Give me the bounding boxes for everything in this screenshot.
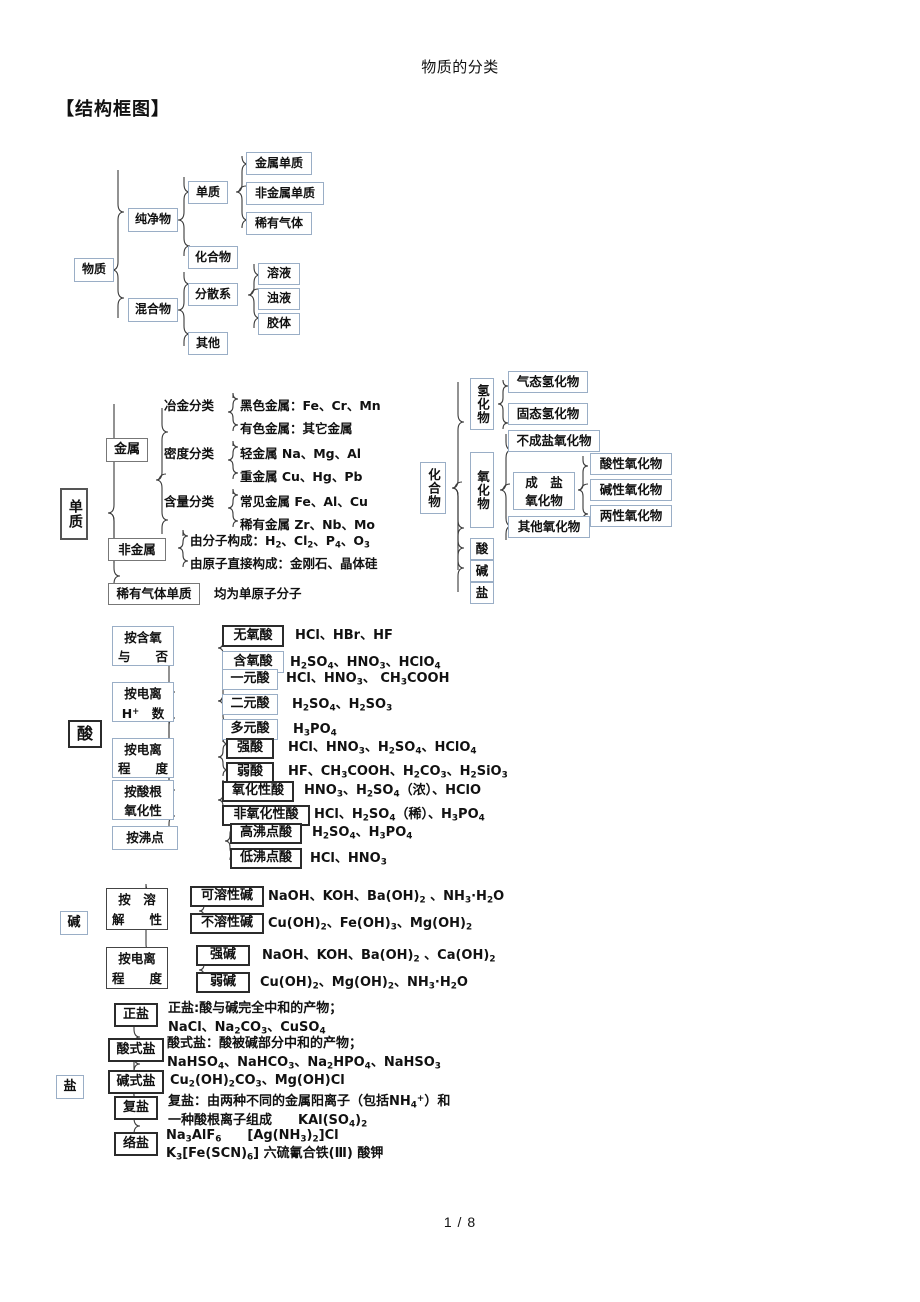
d2-nonmetal-row-1: 由原子直接构成：金刚石、晶体硅 bbox=[190, 556, 378, 571]
salt-item-0-line2: NaCl、Na2CO3、CuSO4 bbox=[168, 1020, 326, 1037]
d2-metal-group-0-row-1: 有色金属：其它金属 bbox=[240, 421, 353, 436]
acid-item-1-0-examples: HCl、HNO3、 CH3COOH bbox=[286, 671, 450, 688]
d2-nonmetal-label: 非金属 bbox=[108, 538, 166, 561]
salt-item-2-line1: Cu2(OH)2CO3、Mg(OH)Cl bbox=[170, 1073, 345, 1090]
acid-item-2-1-examples: HF、CH3COOH、H2CO3、H2SiO3 bbox=[288, 764, 508, 781]
d2-metal-group-0-label: 冶金分类 bbox=[164, 398, 215, 413]
salt-item-1-name: 酸式盐 bbox=[108, 1038, 164, 1062]
base-item-0-0-examples: NaOH、KOH、Ba(OH)2 、NH3·H2O bbox=[268, 889, 505, 906]
d2-metal-group-2-label: 含量分类 bbox=[164, 494, 215, 509]
d3-oxide: 氧化物 bbox=[470, 452, 494, 528]
acid-item-1-2-name: 多元酸 bbox=[222, 719, 278, 740]
d3-oxide-other: 其他氧化物 bbox=[508, 516, 590, 538]
acid-root-label: 酸 bbox=[68, 720, 102, 748]
acid-item-1-1-examples: H2SO4、H2SO3 bbox=[292, 697, 393, 714]
acid-group-3-label: 按酸根 氧化性 bbox=[112, 780, 174, 820]
d1-compound: 化合物 bbox=[188, 246, 238, 269]
acid-item-2-0-name: 强酸 bbox=[226, 738, 274, 759]
d3-hydride: 氢化物 bbox=[470, 378, 494, 430]
d3-oxide-salt-child-0: 酸性氧化物 bbox=[590, 453, 672, 475]
d3-salt: 盐 bbox=[470, 582, 494, 604]
base-item-1-0-name: 强碱 bbox=[196, 945, 250, 966]
acid-item-0-0-examples: HCl、HBr、HF bbox=[295, 628, 393, 643]
acid-item-2-1-name: 弱酸 bbox=[226, 762, 274, 783]
d3-oxide-non-salt: 不成盐氧化物 bbox=[508, 430, 600, 452]
salt-item-4-line1: Na3AlF6 [Ag(NH3)2]Cl bbox=[166, 1128, 339, 1145]
d1-root-wuzhi: 物质 bbox=[74, 258, 114, 282]
d3-acid: 酸 bbox=[470, 538, 494, 560]
document-page: 物质的分类 【结构框图】 物质 纯净物 混合物 单质 化合物 金属单质 非金属单… bbox=[0, 0, 920, 1302]
base-item-1-1-name: 弱碱 bbox=[196, 972, 250, 993]
salt-item-3-line1: 复盐：由两种不同的金属阳离子（包括NH4+）和 bbox=[168, 1094, 451, 1111]
base-item-1-0-examples: NaOH、KOH、Ba(OH)2 、Ca(OH)2 bbox=[262, 948, 496, 965]
d1-disperse-system: 分散系 bbox=[188, 283, 238, 306]
acid-item-0-0-name: 无氧酸 bbox=[222, 625, 284, 647]
salt-item-0-name: 正盐 bbox=[114, 1003, 158, 1027]
d3-hydride-child-1: 固态氢化物 bbox=[508, 403, 588, 425]
d3-hydride-child-0: 气态氢化物 bbox=[508, 371, 588, 393]
d2-noble-gas-label: 稀有气体单质 bbox=[108, 583, 200, 605]
d2-metal-group-1-label: 密度分类 bbox=[164, 446, 215, 461]
d2-metal-label: 金属 bbox=[106, 438, 148, 462]
salt-item-2-name: 碱式盐 bbox=[108, 1070, 164, 1094]
d1-disperse-child-0: 溶液 bbox=[258, 263, 300, 285]
acid-group-1-label: 按电离 H+ 数 bbox=[112, 682, 174, 722]
d3-root-huahewu: 化合物 bbox=[420, 462, 446, 514]
acid-item-0-1-examples: H2SO4、HNO3、HClO4 bbox=[290, 655, 441, 672]
d3-oxide-salt-child-2: 两性氧化物 bbox=[590, 505, 672, 527]
salt-item-1-line2: NaHSO4、NaHCO3、Na2HPO4、NaHSO3 bbox=[167, 1055, 441, 1072]
d1-element: 单质 bbox=[188, 181, 228, 204]
d1-element-child-2: 稀有气体 bbox=[246, 212, 312, 235]
acid-item-1-2-examples: H3PO4 bbox=[293, 722, 337, 739]
d1-disperse-child-1: 浊液 bbox=[258, 288, 300, 310]
base-item-0-0-name: 可溶性碱 bbox=[190, 886, 264, 907]
base-root-label: 碱 bbox=[60, 911, 88, 935]
base-group-0-label: 按 溶解 性 bbox=[106, 888, 168, 930]
base-group-1-label: 按电离程 度 bbox=[106, 947, 168, 989]
page-footer: 1 / 8 bbox=[443, 1214, 477, 1230]
acid-group-2-label: 按电离程 度 bbox=[112, 738, 174, 778]
d2-metal-group-1-row-1: 重金属 Cu、Hg、Pb bbox=[240, 469, 363, 484]
d2-metal-group-2-row-1: 稀有金属 Zr、Nb、Mo bbox=[240, 517, 376, 532]
d1-disperse-child-2: 胶体 bbox=[258, 313, 300, 335]
d1-pure-substance: 纯净物 bbox=[128, 208, 178, 232]
base-item-0-1-name: 不溶性碱 bbox=[190, 913, 264, 934]
acid-item-4-0-examples: H2SO4、H3PO4 bbox=[312, 825, 413, 842]
d2-nonmetal-row-0: 由分子构成：H2、Cl2、P4、O3 bbox=[190, 533, 370, 551]
d2-metal-group-1-row-0: 轻金属 Na、Mg、Al bbox=[240, 446, 362, 461]
salt-root-label: 盐 bbox=[56, 1075, 84, 1099]
page-title: 物质的分类 bbox=[421, 58, 499, 76]
acid-item-3-0-name: 氧化性酸 bbox=[222, 781, 294, 802]
acid-item-2-0-examples: HCl、HNO3、H2SO4、HClO4 bbox=[288, 740, 477, 757]
d2-root-danzhi: 单质 bbox=[60, 488, 88, 540]
d2-metal-group-2-row-0: 常见金属 Fe、Al、Cu bbox=[240, 494, 368, 509]
d3-oxide-salt-child-1: 碱性氧化物 bbox=[590, 479, 672, 501]
base-item-1-1-examples: Cu(OH)2、Mg(OH)2、NH3·H2O bbox=[260, 975, 468, 992]
salt-item-1-line1: 酸式盐：酸被碱部分中和的产物； bbox=[167, 1036, 363, 1051]
d1-other: 其他 bbox=[188, 332, 228, 355]
salt-item-0-line1: 正盐:酸与碱完全中和的产物； bbox=[168, 1001, 343, 1016]
salt-item-3-name: 复盐 bbox=[114, 1096, 158, 1120]
acid-item-4-1-examples: HCl、HNO3 bbox=[310, 851, 387, 868]
acid-group-4-label: 按沸点 bbox=[112, 826, 178, 850]
d2-noble-gas-note: 均为单原子分子 bbox=[214, 586, 302, 601]
acid-group-0-label: 按含氧与 否 bbox=[112, 626, 174, 666]
acid-item-1-1-name: 二元酸 bbox=[222, 694, 278, 715]
base-item-0-1-examples: Cu(OH)2、Fe(OH)3、Mg(OH)2 bbox=[268, 916, 473, 933]
acid-item-4-0-name: 高沸点酸 bbox=[230, 823, 302, 844]
acid-item-3-1-examples: HCl、H2SO4（稀）、H3PO4 bbox=[314, 807, 485, 824]
d1-element-child-1: 非金属单质 bbox=[246, 182, 324, 205]
d2-metal-group-0-row-0: 黑色金属：Fe、Cr、Mn bbox=[240, 398, 381, 413]
d1-element-child-0: 金属单质 bbox=[246, 152, 312, 175]
salt-item-4-name: 络盐 bbox=[114, 1132, 158, 1156]
acid-item-3-0-examples: HNO3、H2SO4（浓）、HClO bbox=[304, 783, 482, 800]
acid-item-1-0-name: 一元酸 bbox=[222, 669, 278, 690]
d3-base: 碱 bbox=[470, 560, 494, 582]
salt-item-4-line2: K3[Fe(SCN)6] 六硫氰合铁(Ⅲ) 酸钾 bbox=[166, 1146, 384, 1163]
d3-oxide-salt: 成 盐氧化物 bbox=[513, 472, 575, 510]
section-heading: 【结构框图】 bbox=[56, 99, 170, 120]
d1-mixture: 混合物 bbox=[128, 298, 178, 322]
acid-item-4-1-name: 低沸点酸 bbox=[230, 848, 302, 869]
